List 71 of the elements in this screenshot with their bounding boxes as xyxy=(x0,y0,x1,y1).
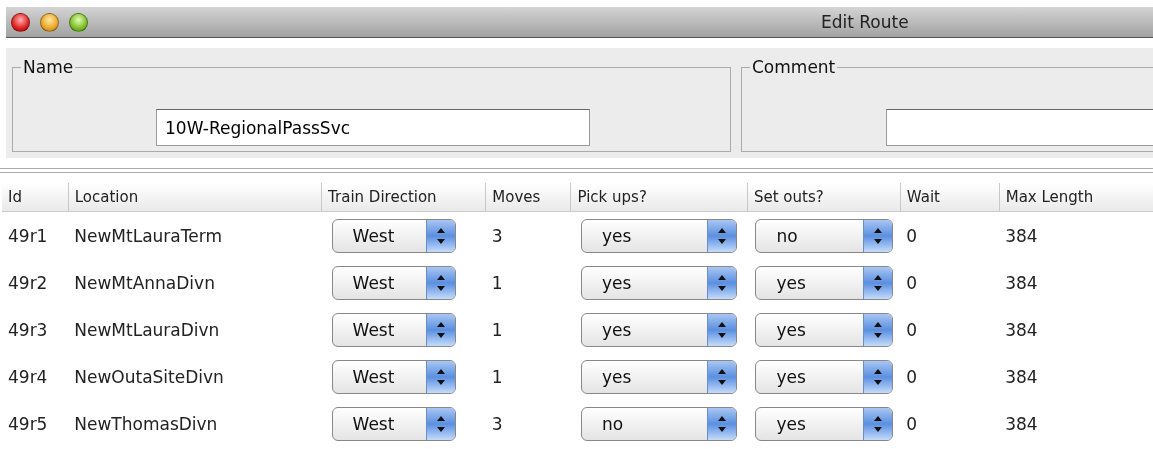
dropdown[interactable]: yes xyxy=(580,265,737,300)
dropdown[interactable]: no xyxy=(580,406,737,441)
table-cell-text: NewMtLauraDivn xyxy=(73,318,221,342)
stepper-arrows-icon xyxy=(863,219,893,252)
table-cell-text: 1 xyxy=(490,365,504,389)
stepper-arrows-icon xyxy=(706,266,736,299)
close-button[interactable] xyxy=(11,12,30,32)
comment-field[interactable] xyxy=(886,109,1153,146)
table-cell-text: NewOutaSiteDivn xyxy=(73,365,225,389)
stepper-arrows-icon xyxy=(706,407,736,440)
column-header[interactable]: Pick ups? xyxy=(570,183,748,212)
dropdown[interactable]: yes xyxy=(755,406,894,441)
table-cell-text: 3 xyxy=(490,412,504,436)
column-header[interactable]: Moves xyxy=(485,183,571,212)
dropdown[interactable]: yes xyxy=(580,312,737,347)
table-cell: 0 xyxy=(900,211,1000,259)
table-cell: NewMtLauraTerm xyxy=(68,211,322,259)
dropdown[interactable]: yes xyxy=(755,312,894,347)
zoom-button[interactable] xyxy=(69,12,88,32)
table-cell-text: 49r5 xyxy=(7,412,49,436)
dropdown[interactable]: yes xyxy=(580,218,737,253)
table-cell-text: 49r4 xyxy=(7,365,49,389)
dropdown[interactable]: West xyxy=(331,312,456,347)
dropdown[interactable]: yes xyxy=(755,265,894,300)
table-cell-text: 49r2 xyxy=(7,271,49,295)
window-title: Edit Route xyxy=(821,12,909,32)
table-cell-text: 384 xyxy=(1004,271,1039,295)
table-cell-text: 1 xyxy=(490,271,504,295)
name-field[interactable]: 10W-RegionalPassSvc xyxy=(156,109,590,146)
table-cell: 49r1 xyxy=(2,211,69,259)
dropdown[interactable]: West xyxy=(331,406,456,441)
column-header[interactable]: Max Length xyxy=(999,183,1153,212)
stepper-arrows-icon xyxy=(425,266,455,299)
table-cell-text: 1 xyxy=(490,318,504,342)
stepper-arrows-icon xyxy=(863,360,893,393)
column-header[interactable]: Wait xyxy=(900,183,1000,212)
stepper-arrows-icon xyxy=(706,313,736,346)
stepper-arrows-icon xyxy=(425,313,455,346)
table-cell-text: 49r3 xyxy=(7,318,49,342)
stepper-arrows-icon xyxy=(863,266,893,299)
table-cell-text: 0 xyxy=(905,271,919,295)
dropdown[interactable]: yes xyxy=(755,359,894,394)
column-header[interactable]: Id xyxy=(2,183,69,212)
stepper-arrows-icon xyxy=(425,407,455,440)
dropdown[interactable]: no xyxy=(755,218,894,253)
stepper-arrows-icon xyxy=(706,360,736,393)
stepper-arrows-icon xyxy=(425,360,455,393)
column-header[interactable]: Train Direction xyxy=(321,183,486,212)
dropdown[interactable]: West xyxy=(331,265,456,300)
stepper-arrows-icon xyxy=(425,219,455,252)
column-header[interactable]: Location xyxy=(68,183,322,212)
table-cell-text: NewMtAnnaDivn xyxy=(73,271,216,295)
table-cell-text: 384 xyxy=(1004,412,1039,436)
panel-label: Comment xyxy=(751,57,837,77)
panel-label: Name xyxy=(22,57,75,77)
table-cell-text: NewThomasDivn xyxy=(73,412,219,436)
stepper-arrows-icon xyxy=(863,313,893,346)
table-cell: 384 xyxy=(999,211,1153,259)
column-header[interactable]: Set outs? xyxy=(747,183,901,212)
table-cell-text: 384 xyxy=(1004,318,1039,342)
table-cell-text: 0 xyxy=(905,318,919,342)
dropdown[interactable]: West xyxy=(331,218,456,253)
stepper-arrows-icon xyxy=(706,219,736,252)
dropdown[interactable]: yes xyxy=(580,359,737,394)
table-cell-text: 0 xyxy=(905,365,919,389)
dropdown[interactable]: West xyxy=(331,359,456,394)
minimize-button[interactable] xyxy=(40,12,59,32)
table-cell-text: 384 xyxy=(1004,365,1039,389)
table-cell-text: 0 xyxy=(905,412,919,436)
stepper-arrows-icon xyxy=(863,407,893,440)
table-cell: 3 xyxy=(485,211,571,259)
